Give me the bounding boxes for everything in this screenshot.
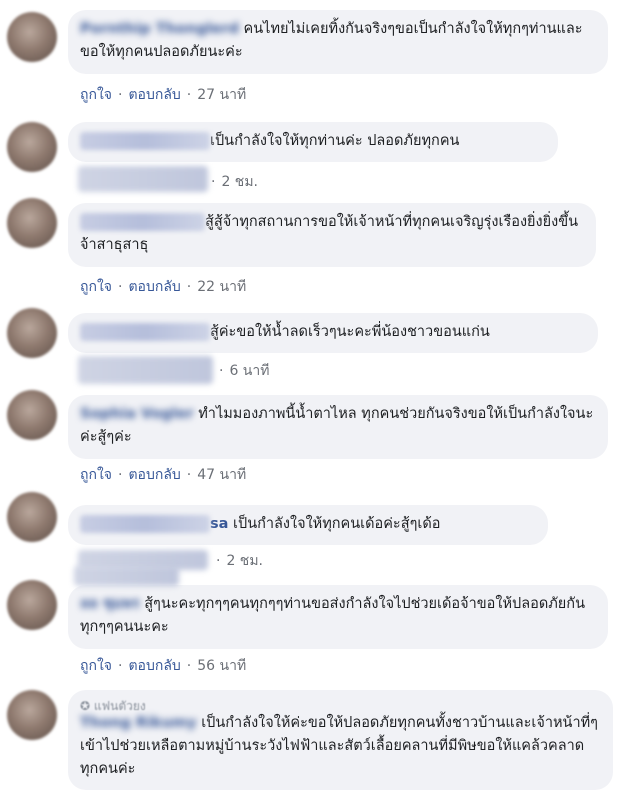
separator: ·	[118, 87, 123, 103]
comment-text: เป็นกำลังใจให้ทุกท่านค่ะ ปลอดภัยทุกคน	[210, 133, 460, 149]
timestamp[interactable]: 47 นาที	[197, 467, 246, 483]
redacted-name	[80, 213, 205, 231]
comment-bubble: Thong Rikumy เป็นกำลังใจให้ค่ะขอให้ปลอดภ…	[68, 690, 613, 790]
separator: ·	[186, 658, 192, 674]
comment-bubble: เป็นกำลังใจให้ทุกท่านค่ะ ปลอดภัยทุกคน	[68, 122, 558, 162]
comment-actions: · 2 ชม.	[205, 171, 258, 193]
comment-bubble: Pornthip Thonglerd คนไทยไม่เคยทิ้งกันจริ…	[68, 10, 608, 74]
avatar[interactable]	[7, 492, 57, 542]
comment-actions: ถูกใจ · ตอบกลับ · 56 นาที	[80, 655, 246, 677]
timestamp[interactable]: 56 นาที	[197, 658, 246, 674]
redacted-name	[80, 132, 210, 150]
reply-link[interactable]: ตอบกลับ	[128, 658, 180, 674]
reply-link[interactable]: ตอบกลับ	[128, 279, 180, 295]
comment-actions: ถูกใจ · ตอบกลับ · 47 นาที	[80, 464, 246, 486]
redacted-name	[80, 515, 210, 533]
separator: ·	[216, 553, 221, 569]
commenter-name[interactable]: Pornthip Thonglerd	[80, 21, 239, 37]
separator: ·	[219, 363, 224, 379]
commenter-name[interactable]: sa	[210, 516, 228, 532]
redacted-area	[78, 166, 208, 192]
redacted-name	[80, 323, 210, 341]
like-link[interactable]: ถูกใจ	[80, 658, 112, 674]
comment-actions: ถูกใจ · ตอบกลับ · 22 นาที	[80, 276, 246, 298]
avatar[interactable]	[7, 198, 57, 248]
timestamp[interactable]: 2 ชม.	[226, 553, 263, 569]
comment-actions: · 6 นาที	[213, 360, 269, 382]
comment-bubble: สู้ค่ะขอให้น้ำลดเร็วๆนะคะพี่น้องชาวขอนแก…	[68, 313, 598, 353]
avatar[interactable]	[7, 308, 57, 358]
like-link[interactable]: ถูกใจ	[80, 87, 112, 103]
timestamp[interactable]: 27 นาที	[197, 87, 246, 103]
comment-text: สู้ๆนะคะทุกๆๆคนทุกๆๆท่านขอส่งกำลังใจไปช่…	[80, 596, 585, 635]
separator: ·	[118, 279, 123, 295]
separator: ·	[118, 658, 123, 674]
separator: ·	[118, 467, 123, 483]
reply-link[interactable]: ตอบกลับ	[128, 467, 180, 483]
comment-text: สู้ค่ะขอให้น้ำลดเร็วๆนะคะพี่น้องชาวขอนแก…	[210, 324, 490, 340]
separator: ·	[186, 87, 192, 103]
commenter-name[interactable]: Thong Rikumy	[80, 715, 197, 731]
separator: ·	[211, 174, 216, 190]
comment-bubble: sa เป็นกำลังใจให้ทุกคนเด้อค่ะสู้ๆเด้อ	[68, 505, 548, 545]
comment-text: เป็นกำลังใจให้ทุกคนเด้อค่ะสู้ๆเด้อ	[233, 516, 441, 532]
comment-bubble: ลล ชุมพร สู้ๆนะคะทุกๆๆคนทุกๆๆท่านขอส่งกำ…	[68, 585, 608, 649]
commenter-name[interactable]: Sophia Vogler	[80, 406, 194, 422]
redacted-area	[74, 566, 179, 586]
like-link[interactable]: ถูกใจ	[80, 279, 112, 295]
comment-bubble: สู้สู้จ้าทุกสถานการขอให้เจ้าหน้าที่ทุกคน…	[68, 203, 596, 267]
fan-badge-label: แฟนตัวยง	[93, 699, 146, 713]
avatar[interactable]	[7, 12, 57, 62]
fan-badge: ✪ แฟนตัวยง	[80, 697, 146, 716]
separator: ·	[186, 467, 192, 483]
reply-link[interactable]: ตอบกลับ	[128, 87, 180, 103]
commenter-name[interactable]: ลล ชุมพร	[80, 596, 140, 612]
comment-actions: · 2 ชม.	[210, 550, 263, 572]
comment-actions: ถูกใจ · ตอบกลับ · 27 นาที	[80, 84, 246, 106]
redacted-area	[78, 356, 213, 384]
timestamp[interactable]: 2 ชม.	[221, 174, 258, 190]
avatar[interactable]	[7, 580, 57, 630]
separator: ·	[186, 279, 192, 295]
avatar[interactable]	[7, 690, 57, 740]
avatar[interactable]	[7, 390, 57, 440]
timestamp[interactable]: 22 นาที	[197, 279, 246, 295]
timestamp[interactable]: 6 นาที	[229, 363, 269, 379]
avatar[interactable]	[7, 122, 57, 172]
like-link[interactable]: ถูกใจ	[80, 467, 112, 483]
trophy-icon: ✪	[80, 699, 91, 713]
comment-bubble: Sophia Vogler ทำไมมองภาพนี้น้ำตาไหล ทุกค…	[68, 395, 608, 459]
